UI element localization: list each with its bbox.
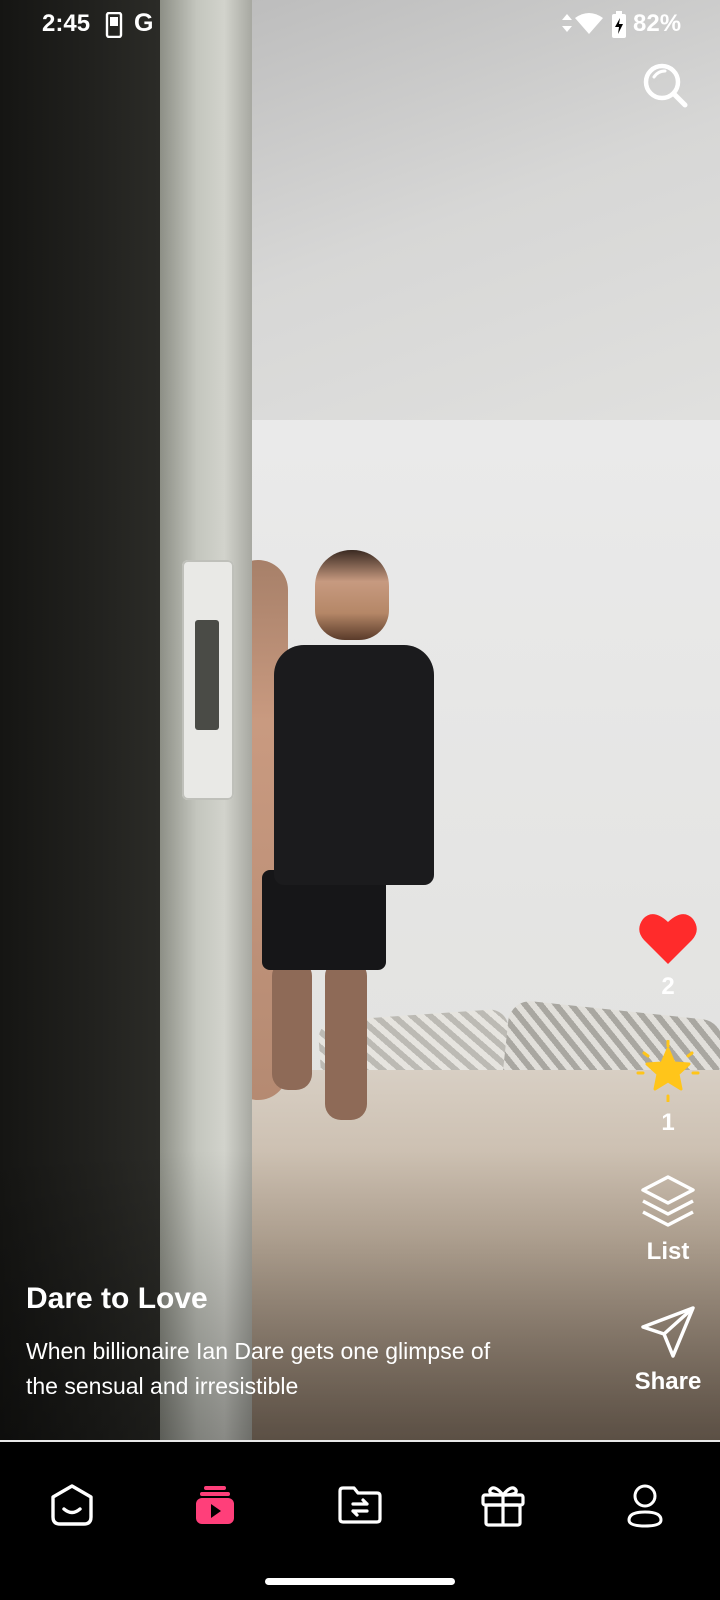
list-button[interactable]: List [623,1173,713,1266]
play-stack-icon [195,1485,235,1530]
layers-icon [639,1175,697,1233]
google-icon: G [134,9,154,37]
nav-rewards[interactable] [473,1477,533,1537]
folder-swap-icon [337,1485,383,1530]
screen: 2:45 G 82% 2 1 List Share Dare to Love W… [0,0,720,1600]
scene-person [325,960,367,1120]
gift-icon [480,1482,526,1533]
home-icon [49,1483,95,1532]
scene-person [274,645,434,885]
search-icon [640,63,690,114]
video-title[interactable]: Dare to Love [26,1282,526,1316]
video-caption: Dare to Love When billionaire Ian Dare g… [26,1282,526,1404]
nav-shorts[interactable] [185,1477,245,1537]
status-bar: 2:45 G 82% [0,0,720,56]
send-icon [639,1306,697,1363]
data-arrows-icon [561,13,573,38]
scene-door-latch [182,560,234,800]
star-icon [635,1039,701,1106]
heart-icon [637,914,699,970]
like-count: 2 [661,973,675,1000]
phone-icon [105,11,123,43]
video-player[interactable] [0,0,720,1440]
like-button[interactable]: 2 [623,910,713,1001]
nav-library[interactable] [330,1477,390,1537]
battery-charging-icon [611,11,627,44]
list-label: List [646,1238,690,1265]
share-button[interactable]: Share [617,1305,719,1396]
nav-home[interactable] [42,1477,102,1537]
scene-person [262,870,386,970]
status-time: 2:45 [42,10,91,37]
search-button[interactable] [640,60,690,110]
battery-percent: 82% [633,10,682,37]
nav-profile[interactable] [615,1477,675,1537]
video-description[interactable]: When billionaire Ian Dare gets one glimp… [26,1334,526,1404]
share-label: Share [634,1368,702,1395]
scene-person [315,550,389,640]
bottom-nav [0,1442,720,1600]
profile-icon [625,1482,665,1533]
favorite-button[interactable]: 1 [623,1039,713,1137]
gesture-home-bar[interactable] [265,1578,455,1585]
wifi-icon [574,12,604,41]
scene-person [272,960,312,1090]
favorite-count: 1 [661,1109,675,1136]
